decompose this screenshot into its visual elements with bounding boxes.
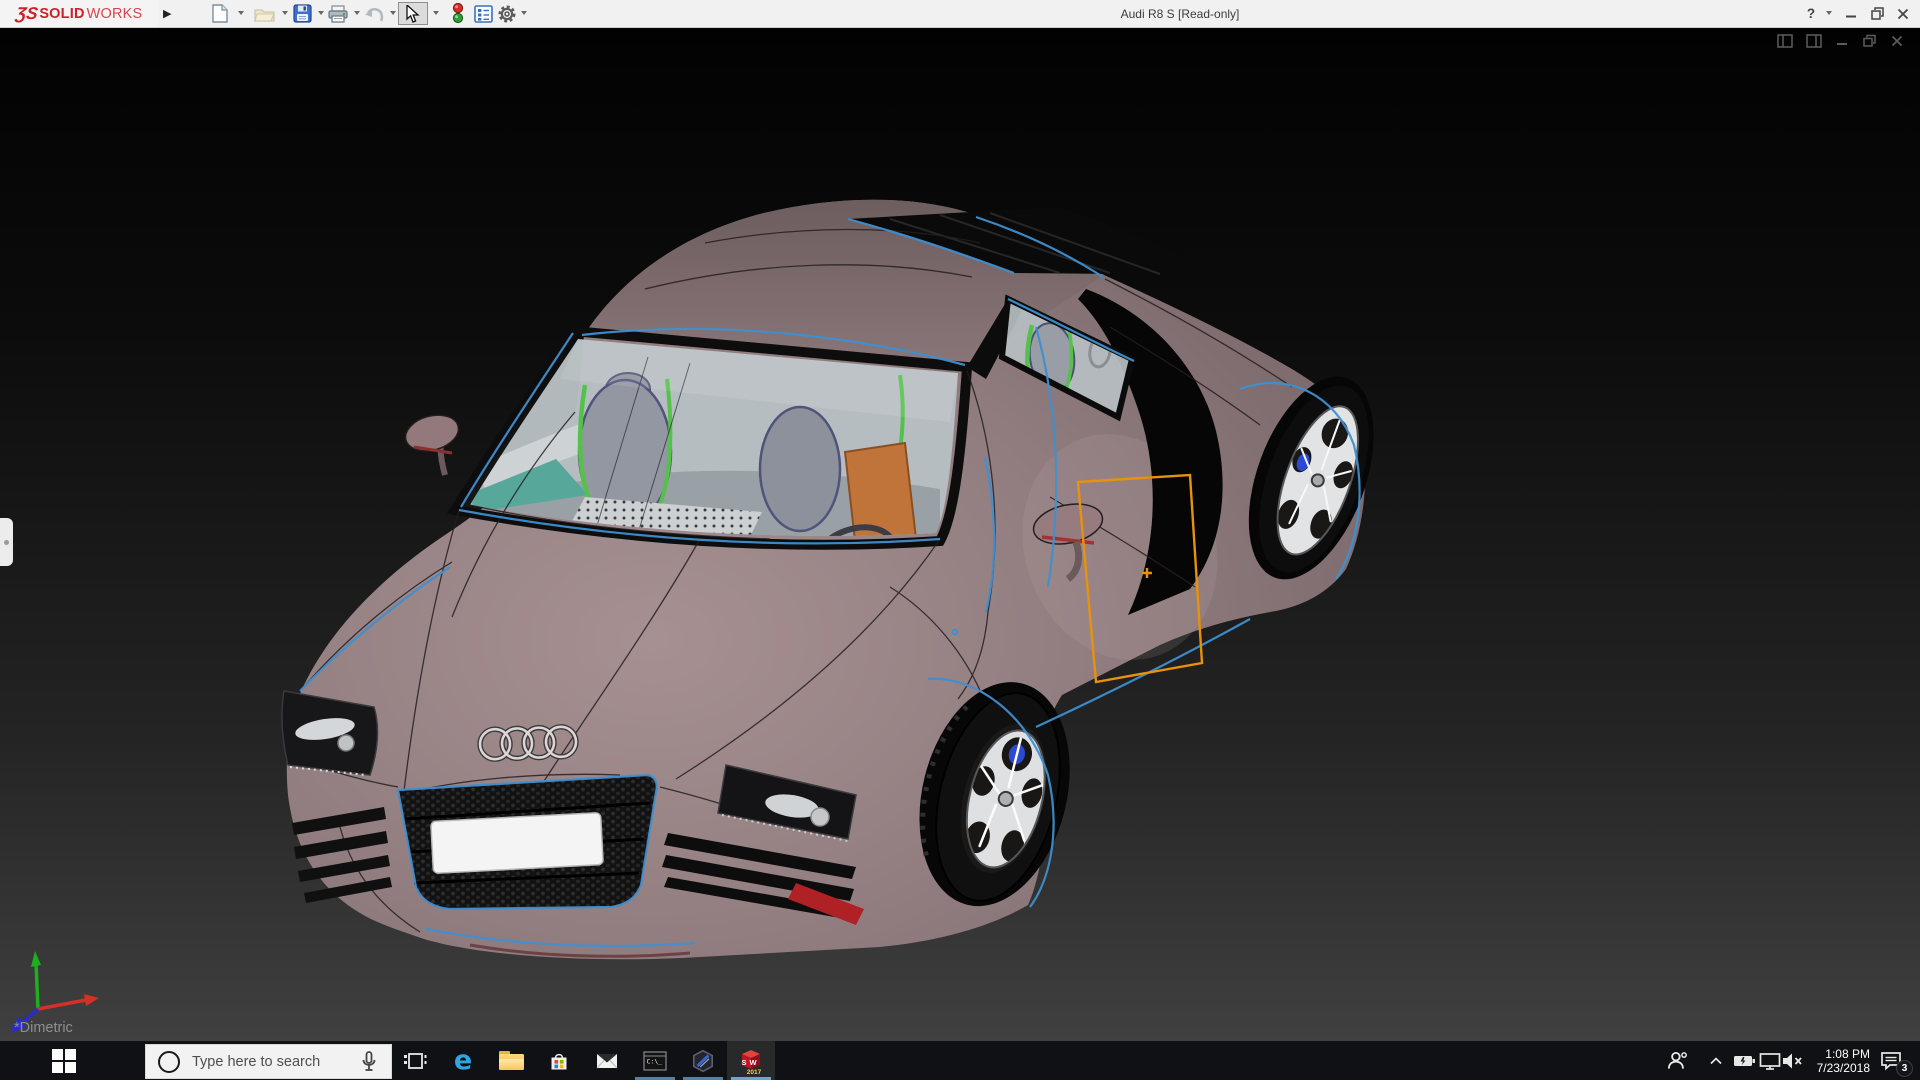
doc-close-icon[interactable] xyxy=(1890,34,1904,48)
document-window-controls xyxy=(1777,34,1904,48)
file-explorer-icon xyxy=(498,1051,524,1070)
notification-count-badge: 3 xyxy=(1896,1060,1913,1077)
titlebar: ƷS SOLID WORKS ▶ Audi R8 S [Read-only] ? xyxy=(0,0,1920,28)
solidworks-window: ƷS SOLID WORKS ▶ Audi R8 S [Read-only] ?… xyxy=(0,0,1920,1080)
license-plate[interactable] xyxy=(430,812,604,874)
network-display-icon xyxy=(1759,1052,1781,1070)
design-binder-button[interactable] xyxy=(471,2,495,25)
options-button[interactable] xyxy=(495,2,519,25)
dassault-mark: ƷS xyxy=(14,3,39,23)
dropdown-caret-icon[interactable] xyxy=(282,11,288,15)
restore-button[interactable] xyxy=(1866,0,1888,27)
tab-dot xyxy=(4,539,9,545)
edge-icon: e xyxy=(453,1045,473,1076)
print-button[interactable] xyxy=(326,2,350,25)
y-axis xyxy=(34,962,40,1010)
clock-time: 1:08 PM xyxy=(1825,1046,1870,1061)
mail-icon xyxy=(596,1053,618,1068)
tray-battery-button[interactable] xyxy=(1732,1041,1758,1080)
hexagon-app-icon xyxy=(692,1049,714,1072)
featuremanager-collapsed-tab[interactable] xyxy=(0,518,13,566)
microsoft-store-icon xyxy=(551,1053,567,1069)
taskbar-app-edge[interactable]: e xyxy=(439,1041,487,1080)
doc-restore-icon[interactable] xyxy=(1862,34,1877,48)
taskbar-search-input[interactable]: Type here to search xyxy=(145,1044,392,1079)
restore-icon xyxy=(1870,7,1884,20)
windows-logo-icon xyxy=(52,1049,63,1060)
stoplight-macro-button[interactable] xyxy=(446,2,470,25)
command-prompt-icon: C:\_ xyxy=(643,1050,667,1071)
tray-hidden-icons-button[interactable] xyxy=(1706,1041,1726,1080)
open-button[interactable] xyxy=(252,2,276,25)
front-grille[interactable] xyxy=(398,775,657,909)
battery-charging-icon xyxy=(1734,1055,1755,1066)
cmd-label: C:\_ xyxy=(647,1057,663,1065)
view-orientation-label: *Dimetric xyxy=(14,1020,73,1036)
start-button[interactable] xyxy=(52,1049,76,1073)
taskbar-clock[interactable]: 1:08 PM 7/23/2018 xyxy=(1798,1041,1870,1080)
task-view-icon xyxy=(404,1052,427,1069)
taskbar-app-file-explorer[interactable] xyxy=(487,1041,535,1080)
minimize-button[interactable] xyxy=(1840,0,1862,27)
people-icon xyxy=(1667,1051,1687,1069)
design-binder-icon xyxy=(473,4,493,23)
gear-icon xyxy=(498,4,516,23)
solidworks-logo[interactable]: ƷS SOLID WORKS xyxy=(0,0,158,27)
pane-left-icon[interactable] xyxy=(1777,34,1793,48)
dropdown-caret-icon[interactable] xyxy=(433,11,439,15)
close-button[interactable] xyxy=(1892,0,1914,27)
y-axis-arrowhead xyxy=(31,951,41,967)
undo-button[interactable] xyxy=(362,2,386,25)
menu-flyout-arrow-icon[interactable]: ▶ xyxy=(163,0,171,27)
tray-people-button[interactable] xyxy=(1664,1041,1690,1080)
close-icon xyxy=(1897,8,1909,19)
print-icon xyxy=(328,4,348,23)
taskbar-app-store[interactable] xyxy=(535,1041,583,1080)
search-placeholder: Type here to search xyxy=(192,1053,321,1070)
graphics-viewport[interactable]: *Dimetric xyxy=(0,27,1920,1041)
taskbar-app-command-prompt[interactable]: C:\_ xyxy=(631,1041,679,1080)
dropdown-caret-icon[interactable] xyxy=(238,11,244,15)
dropdown-caret-icon[interactable] xyxy=(354,11,360,15)
taskbar-app-hexagon-3d[interactable] xyxy=(679,1041,727,1080)
stoplight-icon xyxy=(452,3,464,24)
taskbar-app-mail[interactable] xyxy=(583,1041,631,1080)
cortana-icon xyxy=(158,1050,180,1073)
save-button[interactable] xyxy=(290,2,314,25)
tray-network-button[interactable] xyxy=(1758,1041,1782,1080)
minimize-icon xyxy=(1846,15,1856,17)
save-floppy-icon xyxy=(292,4,312,23)
solidworks-2017-icon: SW 2017 xyxy=(741,1049,762,1076)
dropdown-caret-icon[interactable] xyxy=(1826,11,1832,15)
select-tool-button[interactable] xyxy=(398,2,428,25)
dropdown-caret-icon[interactable] xyxy=(390,11,396,15)
clock-date: 7/23/2018 xyxy=(1816,1060,1870,1075)
windows-taskbar: Type here to search e C:\_ SW 2017 1:08 … xyxy=(0,1041,1920,1080)
new-document-button[interactable] xyxy=(208,2,232,25)
doc-minimize-icon[interactable] xyxy=(1835,34,1849,48)
x-axis-arrowhead xyxy=(84,994,99,1006)
chevron-up-icon xyxy=(1710,1056,1722,1064)
microphone-icon[interactable] xyxy=(357,1049,381,1074)
undo-arrow-icon xyxy=(365,7,384,22)
taskbar-app-solidworks[interactable]: SW 2017 xyxy=(727,1041,775,1080)
sw-letters: SW xyxy=(741,1058,759,1067)
x-axis xyxy=(37,998,87,1011)
dropdown-caret-icon[interactable] xyxy=(318,11,324,15)
dropdown-caret-icon[interactable] xyxy=(521,11,527,15)
sw-year: 2017 xyxy=(747,1069,762,1076)
document-title: Audi R8 S [Read-only] xyxy=(1120,6,1240,21)
help-button[interactable]: ? xyxy=(1800,0,1822,27)
new-document-icon xyxy=(212,4,228,23)
task-view-button[interactable] xyxy=(391,1041,439,1080)
pane-right-icon[interactable] xyxy=(1806,34,1822,48)
open-folder-icon xyxy=(253,8,275,22)
audi-r8-model[interactable] xyxy=(0,27,1920,1041)
select-cursor-icon xyxy=(406,4,420,23)
